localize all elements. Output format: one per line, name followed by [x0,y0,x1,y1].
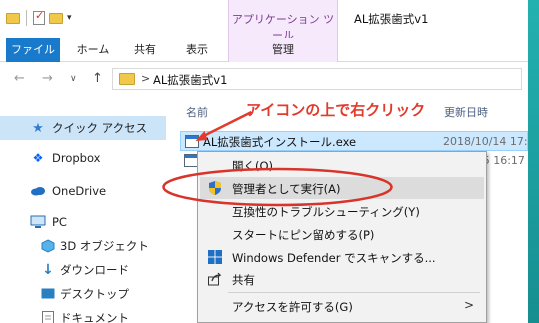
tab-file[interactable]: ファイル [6,38,60,62]
chevron-right-icon[interactable]: > [141,72,150,85]
menu-item-pin-to-start[interactable]: スタートにピン留めする(P) [200,223,484,245]
properties-icon[interactable] [33,9,45,25]
tab-share[interactable]: 共有 [124,38,166,62]
chevron-right-icon: > [463,298,474,312]
desktop-icon [40,286,56,302]
window-title: AL拡張歯式v1 [354,12,429,26]
pc-icon [30,214,46,230]
forward-arrow-icon[interactable]: → [42,71,53,86]
nav-item-label: Dropbox [52,151,101,165]
file-row[interactable]: AL拡張歯式インストール.exe 2018/10/14 17:34 [180,131,528,151]
file-date: 2018/10/14 17:34 [443,135,528,148]
column-header-name[interactable]: 名前 [186,104,208,120]
menu-item-open[interactable]: 開く(O) [200,154,484,176]
exe-file-icon [185,135,199,148]
nav-item-label: クイック アクセス [52,121,148,135]
onedrive-icon [30,183,46,199]
nav-item-label: OneDrive [52,184,107,198]
menu-item-label: アクセスを許可する(G) [232,300,353,314]
recent-locations-icon[interactable]: ∨ [70,74,77,84]
up-arrow-icon[interactable]: ↑ [92,71,103,86]
toolbar-separator [26,10,27,26]
tab-manage[interactable]: 管理 [228,38,338,62]
explorer-window: ▾ アプリケーション ツール AL拡張歯式v1 ファイル ホーム 共有 表示 管… [0,0,528,323]
download-icon: ↓ [42,262,54,278]
menu-item-label: 開く(O) [232,159,274,173]
menu-item-label: スタートにピン留めする(P) [232,228,375,242]
desktop-background [528,0,539,323]
nav-item-desktop[interactable]: デスクトップ [0,282,166,306]
nav-item-documents[interactable]: ドキュメント [0,306,166,323]
menu-item-give-access[interactable]: アクセスを許可する(G) > [200,295,484,317]
file-icon [184,154,198,167]
title-bar: ▾ アプリケーション ツール AL拡張歯式v1 [0,0,528,42]
tab-view[interactable]: 表示 [176,38,218,62]
nav-item-label: 3D オブジェクト [60,239,149,253]
menu-item-label: 互換性のトラブルシューティング(Y) [232,205,420,219]
nav-item-quick-access[interactable]: ★ クイック アクセス [0,116,166,140]
annotation-text: アイコンの上で右クリック [246,101,426,119]
nav-item-3d-objects[interactable]: 3D オブジェクト [0,234,166,258]
quick-access-toolbar: ▾ [6,9,72,26]
nav-item-label: デスクトップ [60,287,129,301]
nav-item-onedrive[interactable]: OneDrive [0,179,166,203]
navigation-bar: ← → ∨ ↑ > AL拡張歯式v1 [0,62,528,96]
customize-toolbar-icon[interactable]: ▾ [67,13,72,23]
column-header-date[interactable]: 更新日時 [444,104,488,120]
context-tab-group-header: アプリケーション ツール [228,0,338,42]
folder-icon [119,73,135,85]
menu-item-defender-scan[interactable]: Windows Defender でスキャンする... [200,246,484,268]
share-icon [207,271,223,287]
tab-home[interactable]: ホーム [70,38,116,62]
nav-item-label: ドキュメント [60,311,129,323]
3d-objects-icon [40,238,56,254]
nav-item-pc[interactable]: PC [0,210,166,234]
address-bar[interactable]: > AL拡張歯式v1 [112,68,522,90]
back-arrow-icon[interactable]: ← [14,71,25,86]
menu-item-run-as-admin[interactable]: 管理者として実行(A) [200,177,484,199]
nav-item-dropbox[interactable]: ❖ Dropbox [0,146,166,170]
nav-item-label: ダウンロード [60,263,129,277]
windows-defender-icon [207,249,223,265]
navigation-pane: ★ クイック アクセス ❖ Dropbox OneDrive PC 3D オブジ… [0,96,178,323]
file-name: AL拡張歯式インストール.exe [203,135,357,149]
menu-item-share[interactable]: 共有 [200,268,484,290]
uac-shield-icon [207,180,223,196]
address-path[interactable]: AL拡張歯式v1 [153,72,227,88]
menu-separator [228,292,480,293]
nav-item-label: PC [52,215,67,229]
nav-item-downloads[interactable]: ↓ ダウンロード [0,258,166,282]
folder-icon[interactable] [6,12,20,24]
menu-item-label: 管理者として実行(A) [232,182,341,196]
context-menu: 開く(O) 管理者として実行(A) 互換性のトラブルシューティング(Y) スター… [197,151,487,323]
dropbox-icon: ❖ [32,151,44,165]
menu-item-label: 共有 [232,273,255,287]
documents-icon [40,310,56,323]
menu-item-troubleshoot-compat[interactable]: 互換性のトラブルシューティング(Y) [200,200,484,222]
ribbon-tabs: ファイル ホーム 共有 表示 管理 [0,38,528,62]
star-icon: ★ [32,120,44,136]
new-folder-icon[interactable] [49,12,63,24]
menu-item-label: Windows Defender でスキャンする... [232,251,436,265]
